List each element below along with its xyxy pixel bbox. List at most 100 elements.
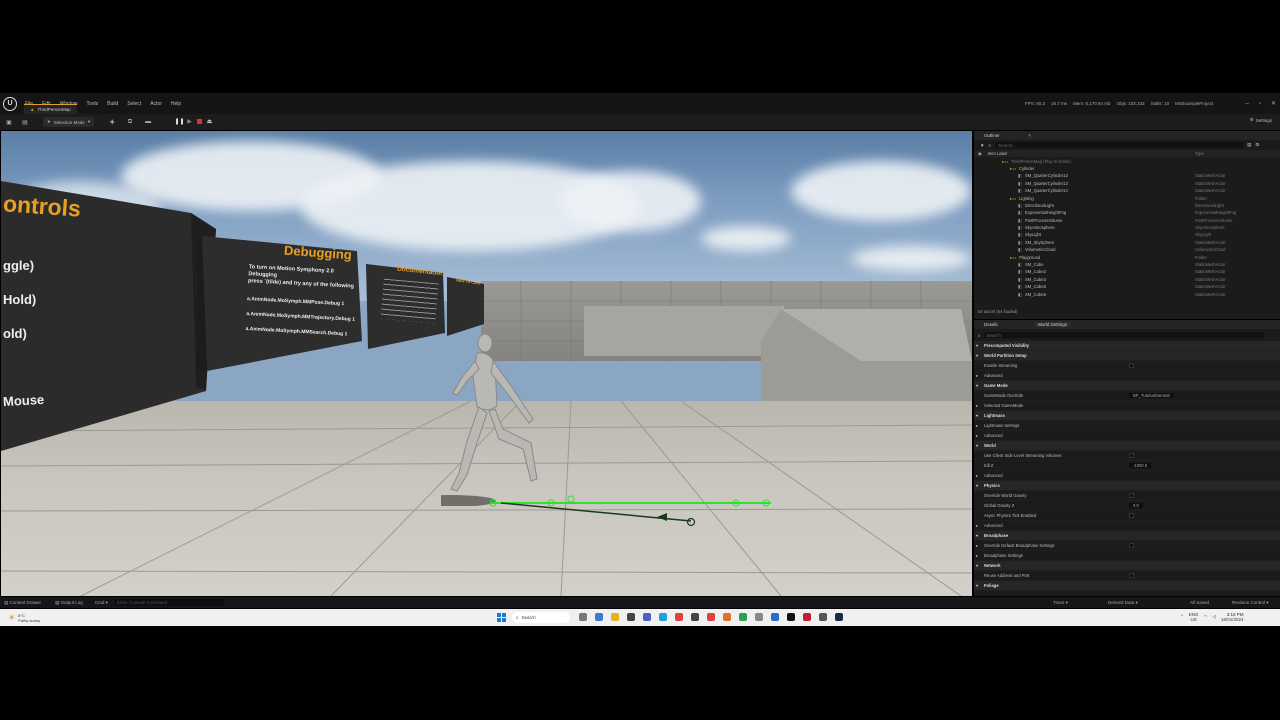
property-checkbox[interactable] bbox=[1129, 493, 1134, 498]
outliner-row[interactable]: ◧ SM_Cube StaticMeshActor bbox=[974, 261, 1280, 268]
property-checkbox[interactable] bbox=[1129, 513, 1134, 518]
details-section-header[interactable]: ▾ World bbox=[974, 441, 1280, 451]
outliner-row[interactable]: ◧ SkyAtmosphere SkyAtmosphere bbox=[974, 224, 1280, 231]
details-property-row[interactable]: ▸ Selected GameMode bbox=[974, 401, 1280, 411]
edge-icon[interactable] bbox=[659, 613, 667, 621]
app-icon[interactable] bbox=[595, 613, 603, 621]
selection-mode-dropdown[interactable]: ➤ Selection Mode ▾ bbox=[43, 117, 95, 127]
col-type[interactable]: Type bbox=[1195, 151, 1204, 156]
volume-icon[interactable]: ◁ bbox=[1212, 614, 1215, 620]
output-log-button[interactable]: ▤ Output Log bbox=[55, 600, 83, 606]
details-section-header[interactable]: ▾ Game Mode bbox=[974, 381, 1280, 391]
outliner-row[interactable]: ◧ SkyLight SkyLight bbox=[974, 231, 1280, 238]
details-section-header[interactable]: ▾ Broadphase bbox=[974, 531, 1280, 541]
menu-build[interactable]: Build bbox=[107, 101, 118, 107]
chevron-up-icon[interactable]: ⌃ bbox=[1180, 614, 1184, 620]
app-icon[interactable] bbox=[691, 613, 699, 621]
outliner-row[interactable]: ◧ ExponentialHeightFog ExponentialHeightFo… bbox=[974, 209, 1280, 216]
details-search-input[interactable]: Search bbox=[983, 332, 1264, 338]
app-icon[interactable] bbox=[627, 613, 635, 621]
menu-help[interactable]: Help bbox=[171, 101, 181, 107]
file-explorer-icon[interactable] bbox=[611, 613, 619, 621]
details-section-header[interactable]: ▾ Network bbox=[974, 561, 1280, 571]
details-section-header[interactable]: ▾ Lightmass bbox=[974, 411, 1280, 421]
menu-actor[interactable]: Actor bbox=[150, 101, 162, 107]
outliner-row[interactable]: ◧ SM_QuarterCylinder13 StaticMeshActor bbox=[974, 180, 1280, 187]
details-section-header[interactable]: ▾ Physics bbox=[974, 481, 1280, 491]
tab-world-settings[interactable]: World Settings bbox=[1033, 322, 1071, 327]
save-icon[interactable]: ▣ bbox=[5, 118, 13, 126]
trace-button[interactable]: Trace ▾ bbox=[1053, 600, 1068, 606]
app-icon[interactable] bbox=[723, 613, 731, 621]
console-input[interactable]: Enter Console Command bbox=[113, 599, 224, 606]
blueprint-icon[interactable]: ⧉ bbox=[126, 118, 134, 126]
app-icon[interactable] bbox=[803, 613, 811, 621]
property-checkbox[interactable] bbox=[1129, 363, 1134, 368]
menu-tools[interactable]: Tools bbox=[86, 101, 98, 107]
eject-icon[interactable]: ⏏ bbox=[206, 117, 213, 126]
outliner-row[interactable]: ◧ SM_Cube2 StaticMeshActor bbox=[974, 268, 1280, 275]
youtube-icon[interactable] bbox=[707, 613, 715, 621]
tab-details[interactable]: Details bbox=[984, 322, 998, 327]
app-icon[interactable] bbox=[643, 613, 651, 621]
details-property-row[interactable]: Override World Gravity bbox=[974, 491, 1280, 501]
details-property-row[interactable]: ▸ Advanced bbox=[974, 431, 1280, 441]
app-icon[interactable] bbox=[835, 613, 843, 621]
details-property-row[interactable]: ▸ Advanced bbox=[974, 371, 1280, 381]
outliner-row[interactable]: ▸▭ Lighting Folder bbox=[974, 194, 1280, 201]
cinematics-icon[interactable]: ▬ bbox=[144, 118, 152, 126]
col-item-label[interactable]: Item Label bbox=[988, 151, 1008, 156]
outliner-search-input[interactable]: Search... bbox=[995, 142, 1243, 148]
details-property-row[interactable]: ▸ Broadphase Settings bbox=[974, 551, 1280, 561]
outliner-row[interactable]: ◧ SM_SkySphere StaticMeshActor bbox=[974, 239, 1280, 246]
app-icon[interactable] bbox=[819, 613, 827, 621]
maximize-icon[interactable]: ▫ bbox=[1259, 101, 1261, 107]
derived-data-button[interactable]: Derived Data ▾ bbox=[1108, 600, 1138, 606]
map-tab[interactable]: ▲ ThirdPersonMap bbox=[24, 104, 77, 114]
property-value-field[interactable]: BP_TutorialGameM bbox=[1129, 393, 1174, 398]
close-icon[interactable]: ✕ bbox=[1271, 100, 1276, 107]
app-icon[interactable] bbox=[771, 613, 779, 621]
details-property-row[interactable]: ▸ Advanced bbox=[974, 471, 1280, 481]
quick-add-icon[interactable]: ✚ bbox=[108, 118, 116, 126]
details-property-row[interactable]: ▸ Lightmass Settings bbox=[974, 421, 1280, 431]
windows-start-icon[interactable] bbox=[497, 613, 506, 622]
outliner-row[interactable]: ◧ SM_QuarterCylinder14 StaticMeshActor bbox=[974, 187, 1280, 194]
content-drawer-button[interactable]: ▤ Content Drawer bbox=[4, 600, 41, 606]
property-checkbox[interactable] bbox=[1129, 543, 1134, 548]
filter-icon[interactable]: ▼ bbox=[980, 143, 984, 148]
details-section-header[interactable]: ▾ World Partition Setup bbox=[974, 351, 1280, 361]
outliner-row[interactable]: ◧ SM_QuarterCylinder12 StaticMeshActor bbox=[974, 172, 1280, 179]
details-section-header[interactable]: ▾ Precomputed Visibility bbox=[974, 341, 1280, 351]
content-icon[interactable]: ▤ bbox=[21, 118, 29, 126]
details-property-row[interactable]: Use Client Side Level Streaming Volumes bbox=[974, 451, 1280, 461]
app-icon[interactable] bbox=[579, 613, 587, 621]
details-section-header[interactable]: ▾ Foliage bbox=[974, 581, 1280, 591]
app-icon[interactable] bbox=[739, 613, 747, 621]
details-property-row[interactable]: ▸ Advanced bbox=[974, 521, 1280, 531]
property-value-field[interactable]: 0.0 bbox=[1129, 503, 1143, 508]
details-property-row[interactable]: Reuse Address and Port bbox=[974, 571, 1280, 581]
property-value-field[interactable]: -1000.0 bbox=[1129, 463, 1152, 468]
app-icon[interactable] bbox=[755, 613, 763, 621]
unreal-taskbar-icon[interactable] bbox=[787, 613, 795, 621]
stop-icon[interactable] bbox=[196, 117, 203, 126]
outliner-row[interactable]: ◧ SM_Cube6 StaticMeshActor bbox=[974, 290, 1280, 297]
outliner-row[interactable]: ▸▭ ThirdPersonMap (Play In Editor) bbox=[974, 157, 1280, 164]
property-checkbox[interactable] bbox=[1129, 453, 1134, 458]
pause-icon[interactable]: ❚❚ bbox=[174, 117, 184, 126]
app-icon[interactable] bbox=[675, 613, 683, 621]
language-indicator[interactable]: ENG US bbox=[1189, 612, 1199, 622]
add-folder-icon[interactable]: ▤ bbox=[1247, 142, 1251, 148]
revision-control-button[interactable]: Revision Control ▾ bbox=[1232, 600, 1269, 606]
wifi-icon[interactable]: ◠ bbox=[1204, 614, 1208, 620]
outliner-row[interactable]: ▸▭ Playground Folder bbox=[974, 253, 1280, 260]
menu-select[interactable]: Select bbox=[127, 101, 141, 107]
outliner-row[interactable]: ◧ DirectionalLight DirectionalLight bbox=[974, 202, 1280, 209]
property-checkbox[interactable] bbox=[1129, 573, 1134, 578]
settings-button[interactable]: ⚙ Settings bbox=[1250, 117, 1272, 123]
gear-icon[interactable]: ⚙ bbox=[1255, 142, 1259, 148]
close-icon[interactable]: ✕ bbox=[1028, 133, 1032, 139]
outliner-row[interactable]: ◧ SM_Cube5 StaticMeshActor bbox=[974, 283, 1280, 290]
details-property-row[interactable]: Enable Streaming bbox=[974, 361, 1280, 371]
